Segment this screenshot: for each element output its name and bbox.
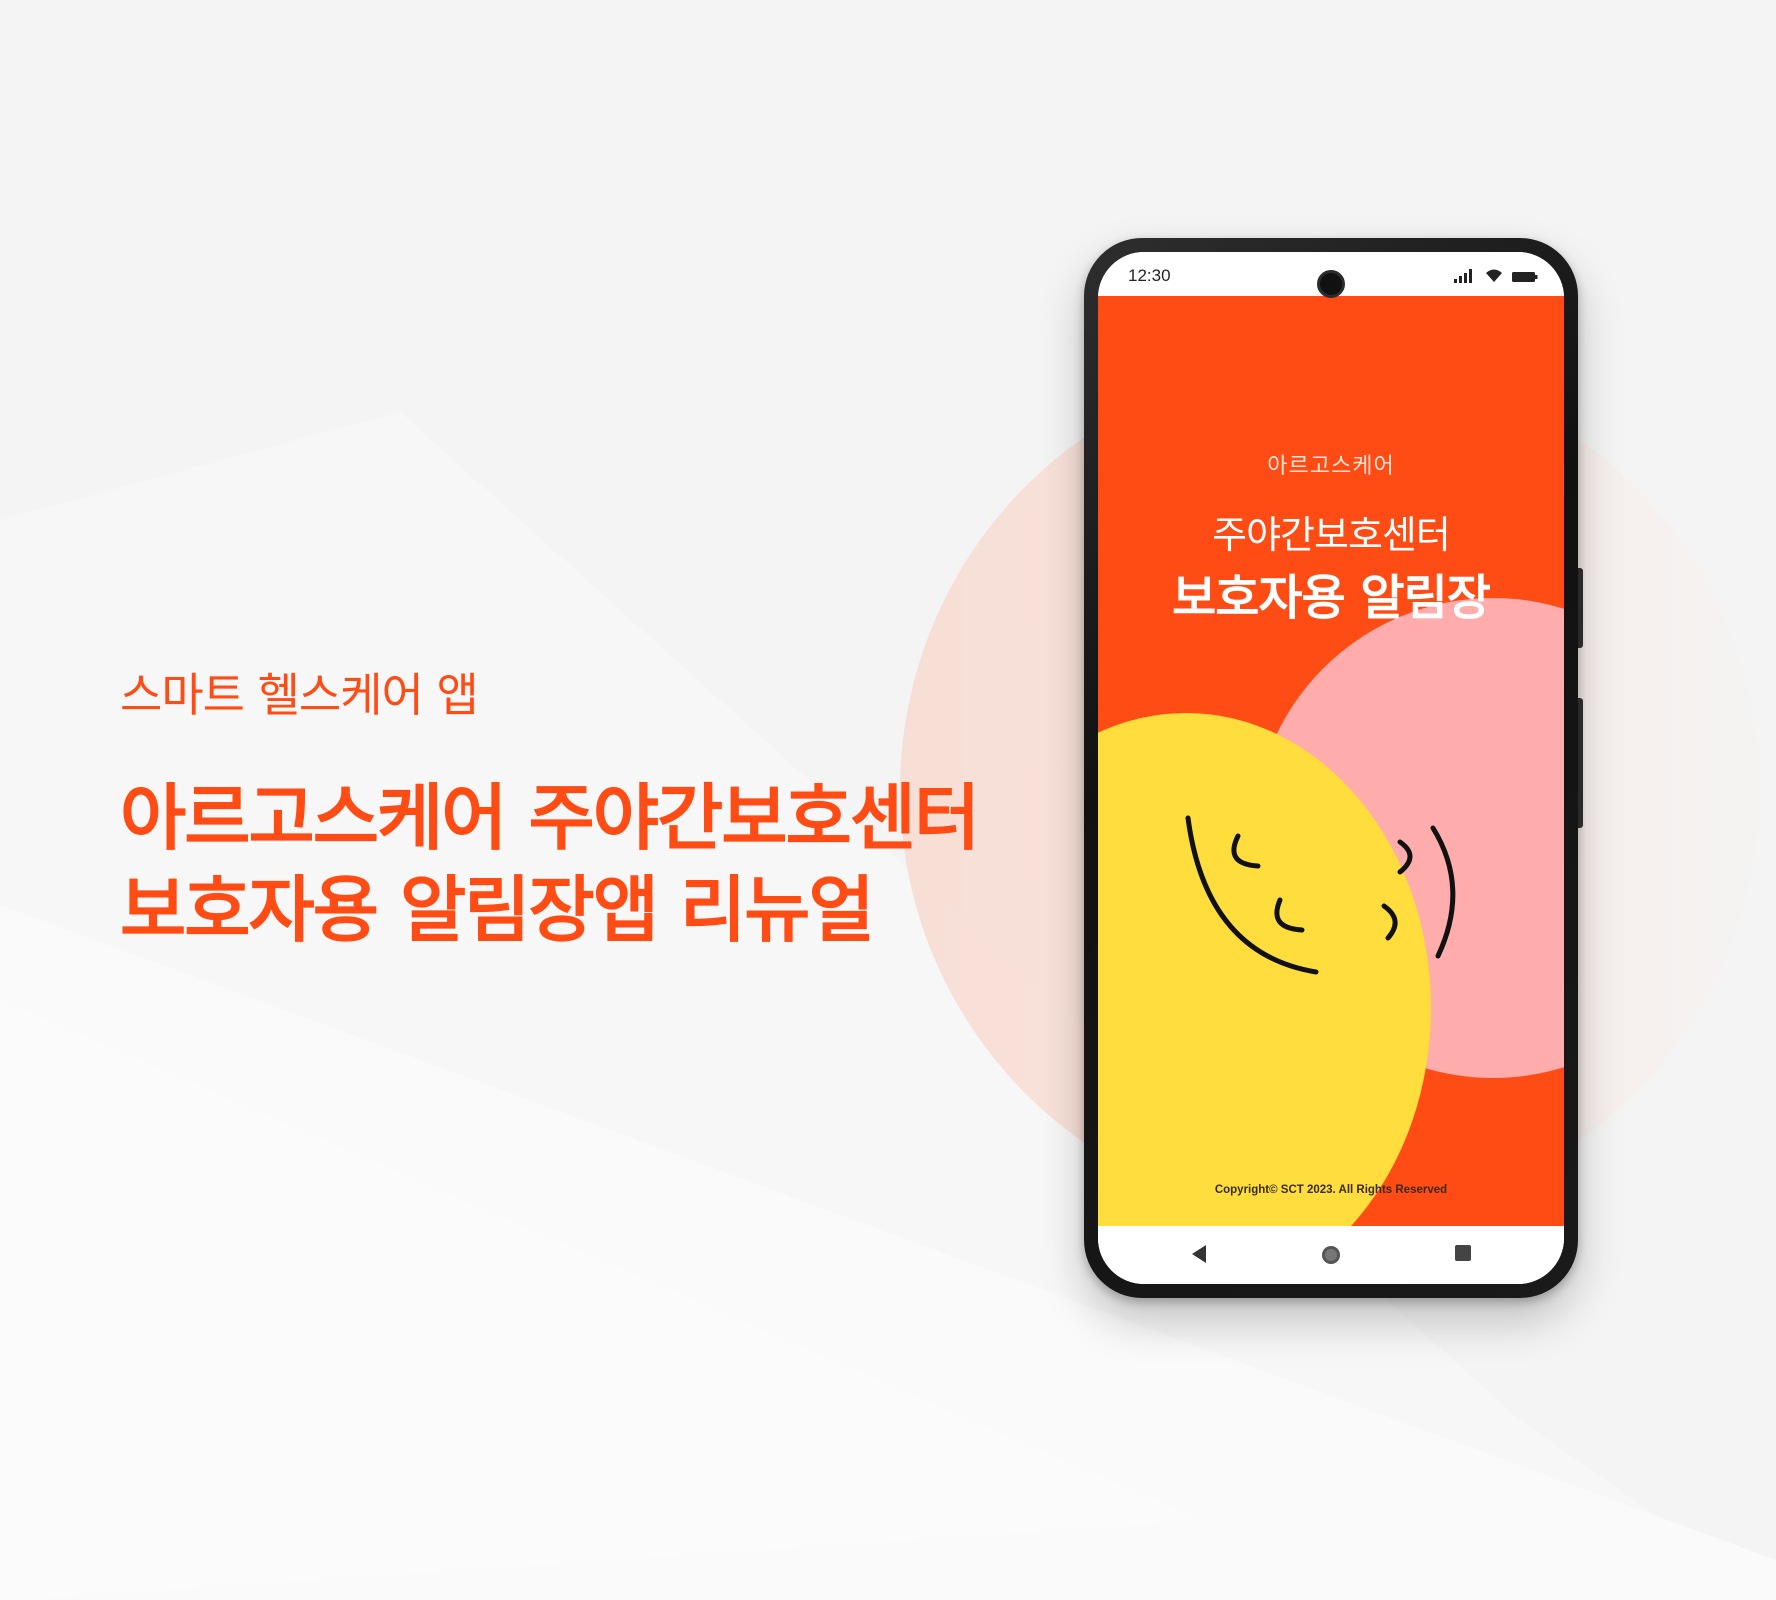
copyright-text: Copyright© SCT 2023. All Rights Reserved <box>1214 1184 1448 1196</box>
phone-screen: 12:30 아르고스케어 주야간보호센터 보호자용 알림장 Copyright©… <box>1098 252 1564 1284</box>
smiling-faces-illustration <box>1098 598 1564 1226</box>
app-title-line-2: 보호자용 알림장 <box>1172 570 1491 626</box>
hero-section: 스마트 헬스케어 앱 아르고스케어 주야간보호센터 보호자용 알림장앱 리뉴얼 <box>120 668 1020 956</box>
phone-mockup: 12:30 아르고스케어 주야간보호센터 보호자용 알림장 Copyright©… <box>1084 238 1583 1298</box>
app-title-line-1: 주야간보호센터 <box>1212 513 1451 557</box>
android-nav-bar <box>1098 1226 1564 1284</box>
recents-icon[interactable] <box>1454 1244 1472 1262</box>
battery-icon <box>1512 272 1538 282</box>
hero-headline: 아르고스케어 주야간보호센터 보호자용 알림장앱 리뉴얼 <box>120 773 1020 956</box>
app-splash-screen: 아르고스케어 주야간보호센터 보호자용 알림장 Copyright© SCT 2… <box>1098 296 1564 1226</box>
headline-line-2: 보호자용 알림장앱 리뉴얼 <box>120 867 875 952</box>
power-button <box>1578 698 1583 828</box>
volume-button <box>1578 568 1583 648</box>
camera-icon <box>1317 270 1345 298</box>
signal-icon <box>1454 269 1472 283</box>
status-icons <box>1454 268 1538 283</box>
hero-eyebrow: 스마트 헬스케어 앱 <box>120 668 479 722</box>
app-brand: 아르고스케어 <box>1267 454 1395 479</box>
home-icon[interactable] <box>1320 1244 1342 1266</box>
status-time: 12:30 <box>1128 266 1171 285</box>
headline-line-1: 아르고스케어 주야간보호센터 <box>120 776 980 861</box>
back-icon[interactable] <box>1190 1244 1208 1264</box>
wifi-icon <box>1486 269 1502 282</box>
